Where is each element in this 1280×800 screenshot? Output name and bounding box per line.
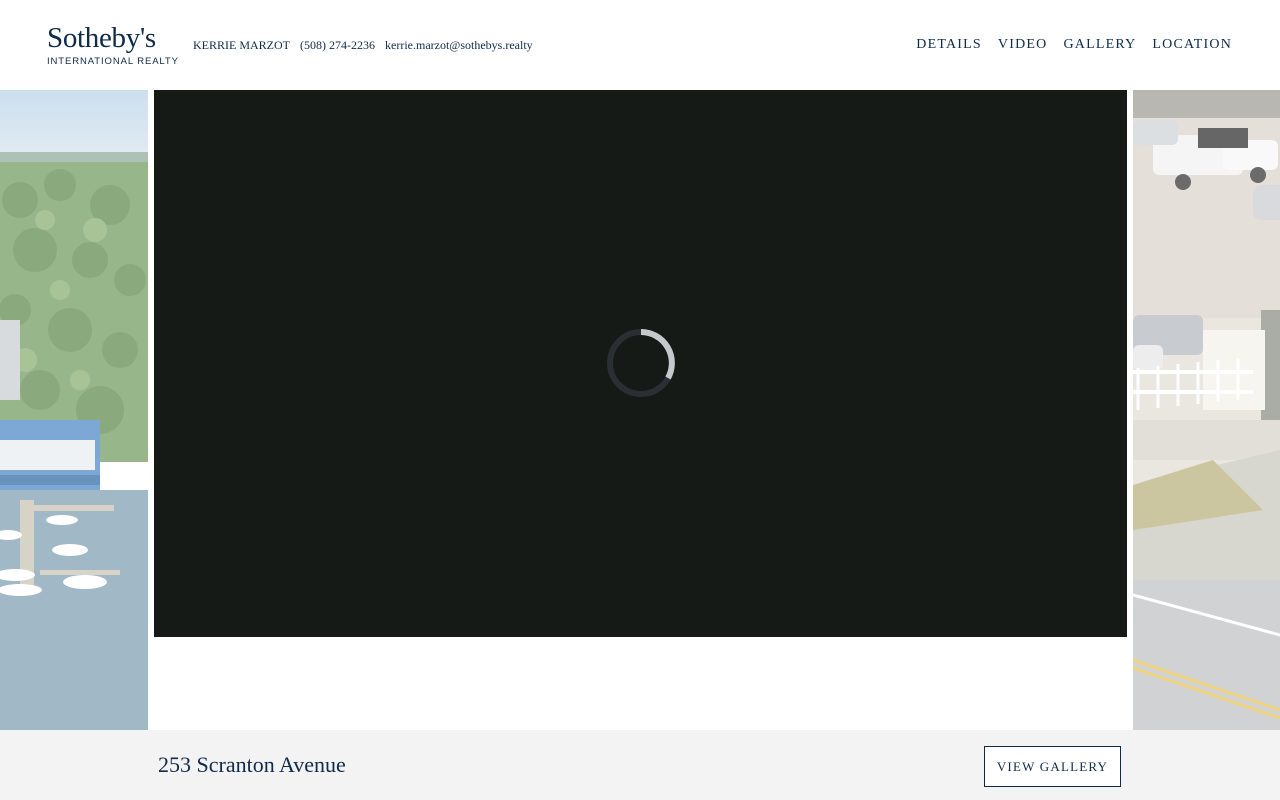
photo-overlay — [0, 90, 148, 730]
video-player[interactable] — [154, 90, 1127, 637]
agent-name: KERRIE MARZOT — [193, 38, 290, 52]
main-nav: DETAILS VIDEO GALLERY LOCATION — [916, 37, 1232, 53]
sothebys-logo[interactable]: Sotheby's INTERNATIONAL REALTY — [47, 22, 179, 68]
agent-contact: KERRIE MARZOT (508) 274-2236 kerrie.marz… — [193, 38, 533, 53]
agent-phone-link[interactable]: (508) 274-2236 — [300, 38, 375, 53]
nav-video[interactable]: VIDEO — [998, 37, 1048, 53]
logo-wordmark: Sotheby's — [47, 22, 156, 54]
nav-details[interactable]: DETAILS — [916, 37, 982, 53]
site-header: Sotheby's INTERNATIONAL REALTY KERRIE MA… — [0, 0, 1280, 90]
agent-email-link[interactable]: kerrie.marzot@sothebys.realty — [385, 38, 533, 53]
aerial-photo-street[interactable] — [1133, 90, 1280, 730]
loading-spinner-icon — [607, 329, 675, 397]
video-spacer — [148, 637, 1133, 730]
logo-tagline: INTERNATIONAL REALTY — [47, 56, 179, 67]
listing-footer-bar: 253 Scranton Avenue VIEW GALLERY — [0, 730, 1280, 800]
nav-location[interactable]: LOCATION — [1152, 37, 1232, 53]
view-gallery-button[interactable]: VIEW GALLERY — [984, 746, 1121, 787]
aerial-photo-harbor[interactable] — [0, 90, 148, 730]
photo-overlay — [1133, 90, 1280, 730]
listing-address: 253 Scranton Avenue — [158, 752, 346, 777]
nav-gallery[interactable]: GALLERY — [1063, 37, 1136, 53]
